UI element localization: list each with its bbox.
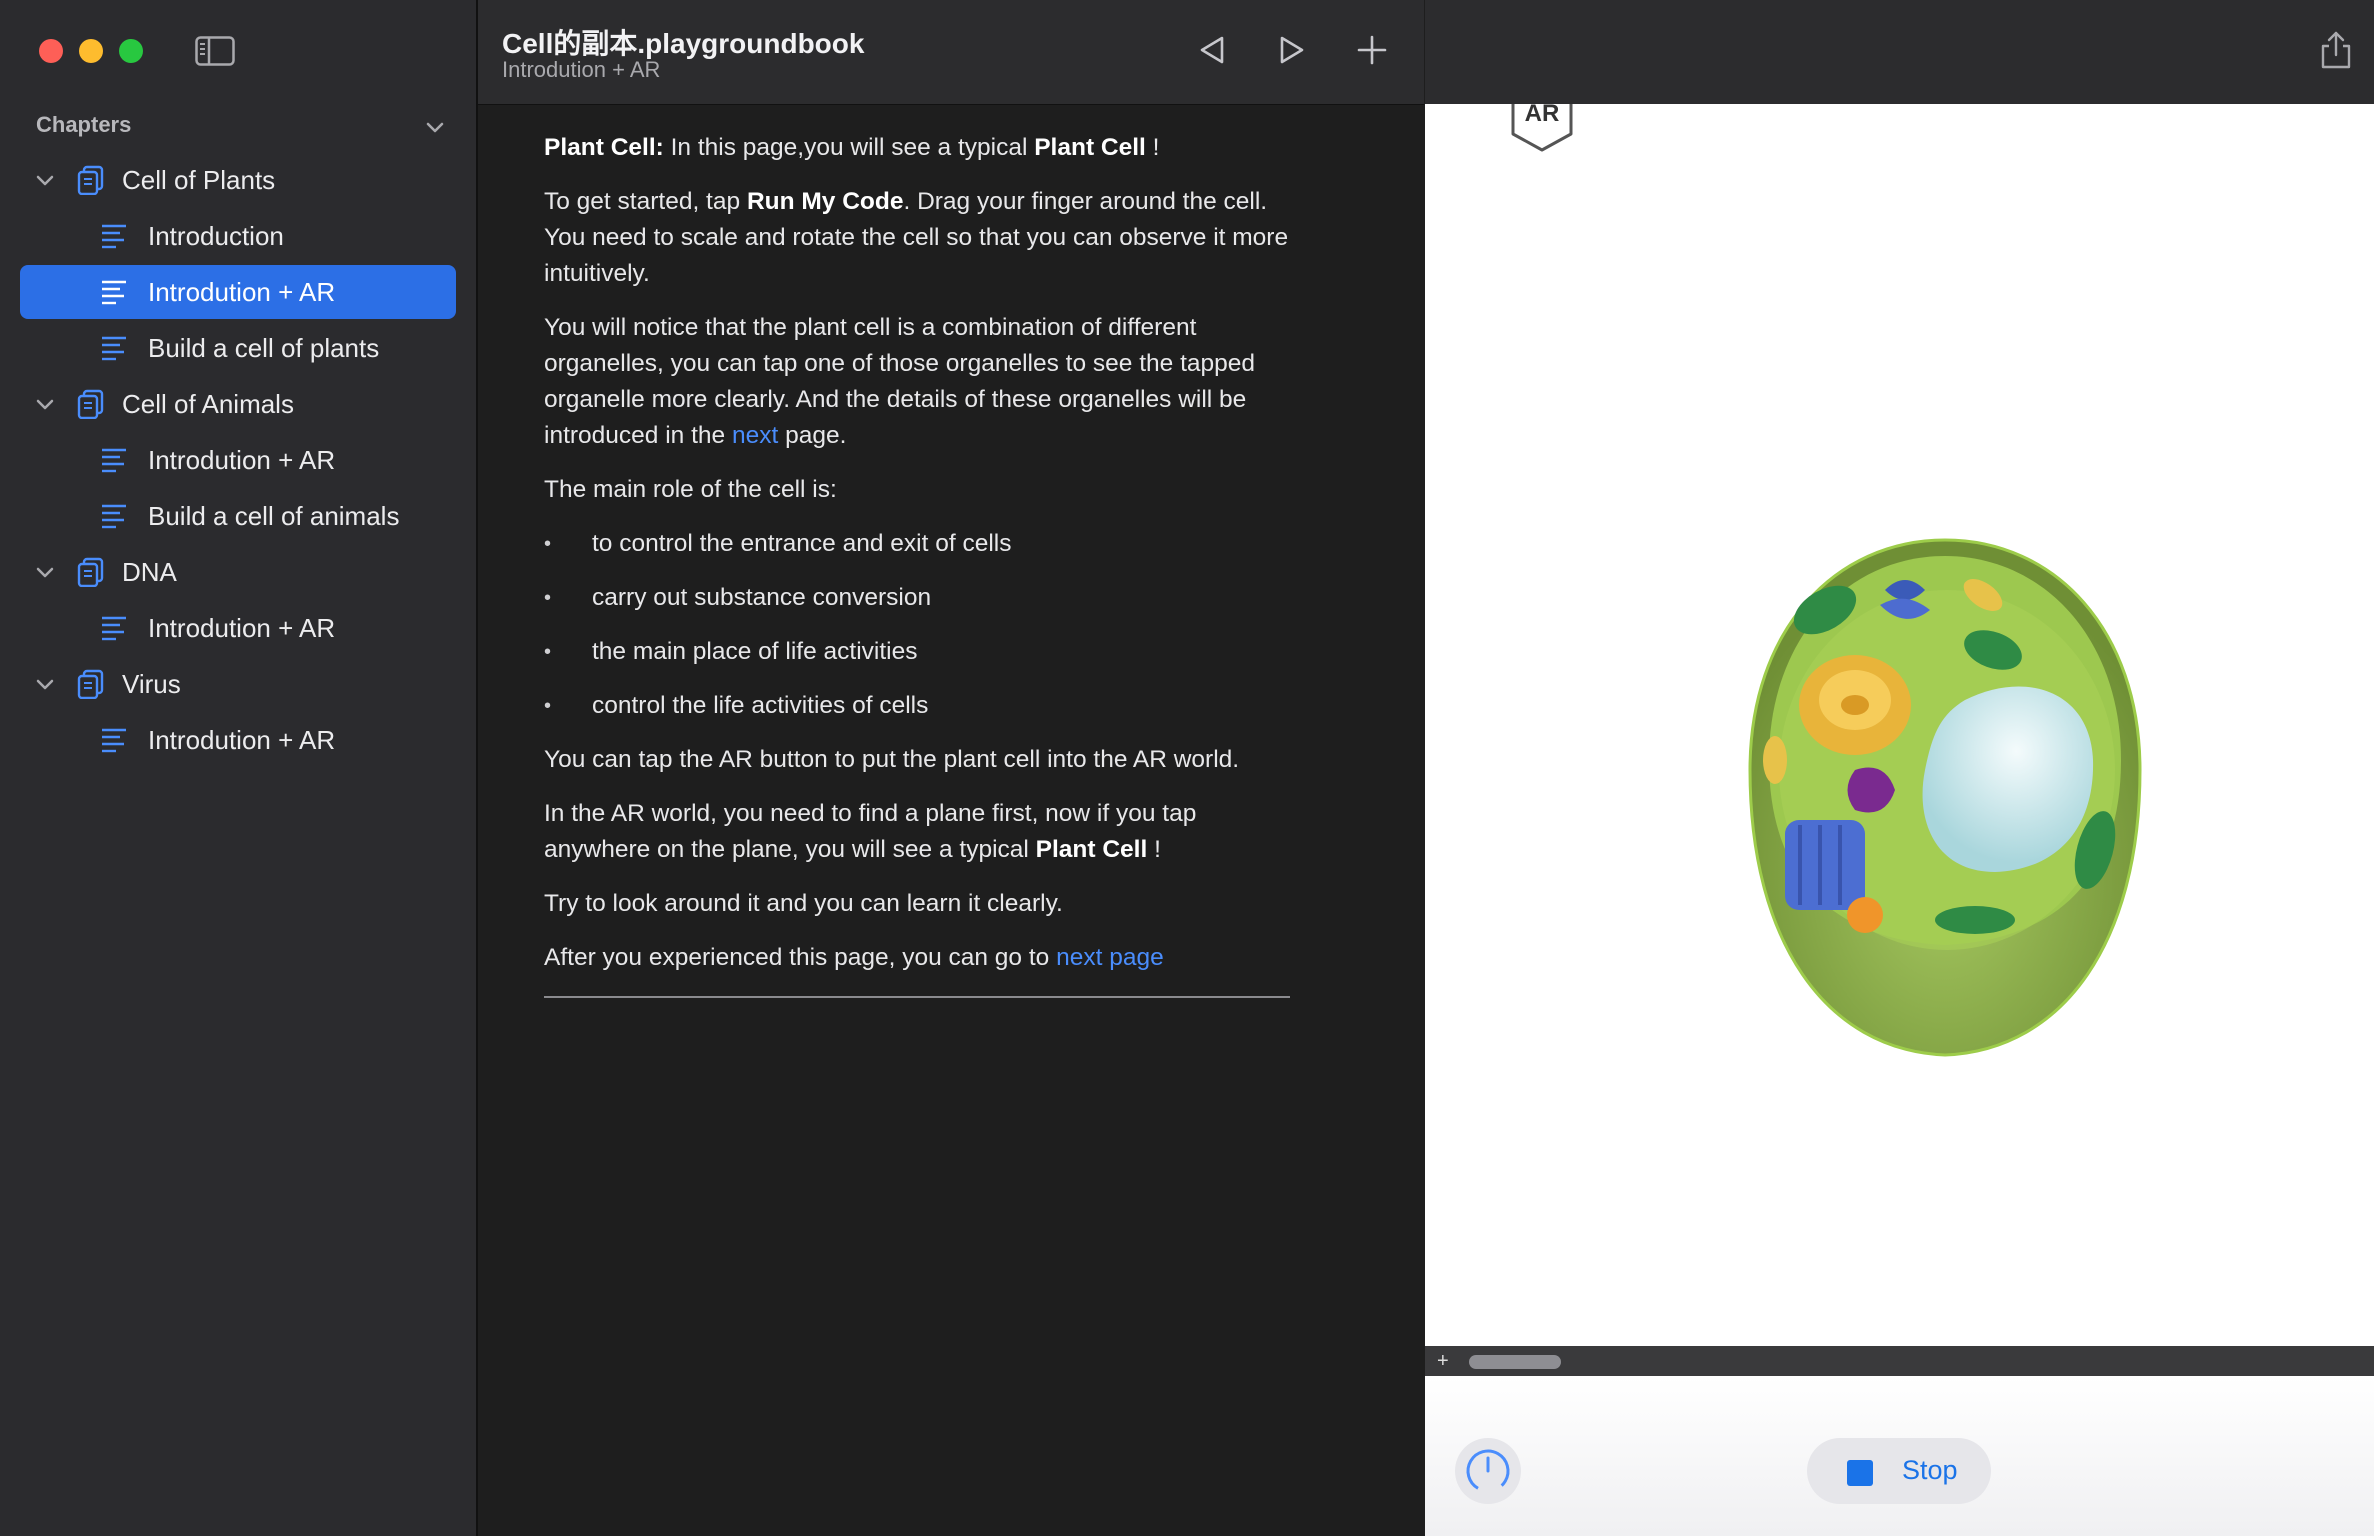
text: page. <box>778 422 847 449</box>
previous-page-icon[interactable] <box>1194 32 1230 68</box>
paragraph-look-around: Try to look around it and you can learn … <box>544 890 1063 917</box>
chapter-book-icon <box>77 389 104 419</box>
live-view: AR + Stop <box>1425 0 2374 1536</box>
sidebar-item-label: Cell of Plants <box>122 164 276 195</box>
next-page-link[interactable]: next page <box>1056 944 1164 971</box>
stop-button-label: Stop <box>1902 1455 1958 1485</box>
ar-label: AR <box>1524 100 1560 127</box>
sidebar-item-label: Introdution + AR <box>148 612 336 643</box>
sidebar: Chapters Cell of Plants Introduction Int… <box>0 0 478 1536</box>
sidebar-item-label: DNA <box>122 556 177 587</box>
page-lines-icon <box>102 336 126 361</box>
sidebar-item-label: Introdution + AR <box>148 276 336 307</box>
paragraph-organelles: You will notice that the plant cell is a… <box>544 310 1290 454</box>
chevron-down-icon[interactable] <box>424 116 446 138</box>
paragraph-ar-button: You can tap the AR button to put the pla… <box>544 746 1240 773</box>
page-lines-icon <box>102 448 126 473</box>
speed-gauge-button[interactable] <box>1455 1438 1521 1504</box>
paragraph-next-page: After you experienced this page, you can… <box>544 940 1290 976</box>
document-subtitle: Introdution + AR <box>502 57 661 82</box>
chapters-header[interactable]: Chapters <box>36 112 446 144</box>
sidebar-chapter-cell-of-animals[interactable]: Cell of Animals <box>20 377 456 431</box>
plus-icon[interactable]: + <box>1437 1346 1449 1376</box>
bold-text: Plant Cell: <box>544 134 664 161</box>
chevron-down-icon[interactable] <box>34 561 56 583</box>
zoom-window-button[interactable] <box>119 39 143 63</box>
sidebar-item-introduction[interactable]: Introduction <box>20 209 456 263</box>
paragraph-intro: Plant Cell: In this page,you will see a … <box>544 130 1290 166</box>
sidebar-item-label: Cell of Animals <box>122 388 294 419</box>
sidebar-item-label: Introdution + AR <box>148 444 336 475</box>
text: ! <box>1147 836 1161 863</box>
list-item: the main place of life activities <box>544 634 1290 670</box>
role-list: to control the entrance and exit of cell… <box>544 526 1290 724</box>
bold-text: Run My Code <box>746 188 904 215</box>
text: To get started, tap <box>544 188 747 215</box>
page-lines-icon <box>102 728 126 753</box>
divider <box>544 996 1290 998</box>
sidebar-item-build-cell-of-plants[interactable]: Build a cell of plants <box>20 321 456 375</box>
page-lines-icon <box>102 504 126 529</box>
horizontal-scrollbar[interactable]: + <box>1425 1346 2374 1376</box>
text: You will notice that the plant cell is a… <box>544 314 1256 449</box>
list-item: carry out substance conversion <box>544 580 1290 616</box>
chapter-book-icon <box>77 669 104 699</box>
chapter-book-icon <box>77 165 104 195</box>
ar-button[interactable]: AR <box>1509 96 1575 152</box>
paragraph-ar-world: In the AR world, you need to find a plan… <box>544 796 1290 868</box>
close-window-button[interactable] <box>39 39 63 63</box>
paragraph-get-started: To get started, tap Run My Code. Drag yo… <box>544 184 1290 292</box>
list-item: to control the entrance and exit of cell… <box>544 526 1290 562</box>
share-icon[interactable] <box>2318 30 2354 70</box>
next-page-icon[interactable] <box>1274 32 1310 68</box>
sidebar-item-label: Introduction <box>148 220 284 251</box>
text: After you experienced this page, you can… <box>544 944 1057 971</box>
sidebar-item-label: Introdution + AR <box>148 724 336 755</box>
chevron-down-icon[interactable] <box>34 169 56 191</box>
bold-text: Plant Cell <box>1035 836 1148 863</box>
plant-cell-3d-model[interactable] <box>1735 520 2155 1070</box>
stop-icon <box>1847 1460 1873 1486</box>
sidebar-toggle-icon[interactable] <box>195 36 235 66</box>
document-title: Cell的副本.playgroundbook <box>502 28 865 59</box>
scrollbar-thumb[interactable] <box>1469 1355 1561 1369</box>
stop-button[interactable]: Stop <box>1807 1438 1991 1504</box>
text: In this page,you will see a typical <box>663 134 1035 161</box>
page-lines-icon <box>102 280 126 305</box>
sidebar-chapter-cell-of-plants[interactable]: Cell of Plants <box>20 153 456 207</box>
bold-text: Plant Cell <box>1034 134 1146 161</box>
sidebar-chapter-dna[interactable]: DNA <box>20 545 456 599</box>
sidebar-item-label: Build a cell of animals <box>148 500 400 531</box>
page-lines-icon <box>102 616 126 641</box>
sidebar-item-label: Build a cell of plants <box>148 332 380 363</box>
chevron-down-icon[interactable] <box>34 673 56 695</box>
sidebar-item-introdution-ar-selected[interactable]: Introdution + AR <box>20 265 456 319</box>
live-view-toolbar <box>1425 0 2374 104</box>
next-link[interactable]: next <box>732 422 778 449</box>
content-pane: Cell的副本.playgroundbook Introdution + AR … <box>478 0 1424 1536</box>
page-prose: Plant Cell: In this page,you will see a … <box>544 130 1290 998</box>
chapter-book-icon <box>77 557 104 587</box>
speedometer-icon <box>1466 1449 1510 1493</box>
minimize-window-button[interactable] <box>79 39 103 63</box>
sidebar-item-animals-introdution-ar[interactable]: Introdution + AR <box>20 433 456 487</box>
app-window: Chapters Cell of Plants Introduction Int… <box>0 0 2374 1536</box>
sidebar-item-label: Virus <box>122 668 181 699</box>
toolbar: Cell的副本.playgroundbook Introdution + AR <box>478 0 1424 105</box>
list-item: control the life activities of cells <box>544 688 1290 724</box>
add-icon[interactable] <box>1354 32 1390 68</box>
sidebar-item-virus-introdution-ar[interactable]: Introdution + AR <box>20 713 456 767</box>
sidebar-item-build-cell-of-animals[interactable]: Build a cell of animals <box>20 489 456 543</box>
chapters-header-label: Chapters <box>36 112 132 137</box>
page-lines-icon <box>102 224 126 249</box>
sidebar-item-dna-introdution-ar[interactable]: Introdution + AR <box>20 601 456 655</box>
paragraph-main-role: The main role of the cell is: <box>544 476 837 503</box>
chevron-down-icon[interactable] <box>34 393 56 415</box>
text: ! <box>1145 134 1160 161</box>
sidebar-chapter-virus[interactable]: Virus <box>20 657 456 711</box>
run-controls: Stop <box>1425 1376 2374 1536</box>
